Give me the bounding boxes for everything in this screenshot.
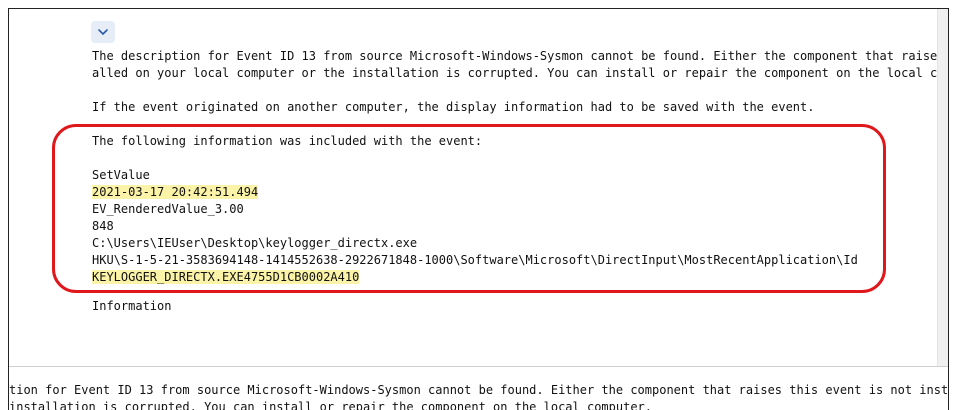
event-viewer-window: The description for Event ID 13 from sou… — [8, 8, 949, 410]
chevron-down-icon — [98, 29, 108, 35]
event-detail-pane: The description for Event ID 13 from sou… — [9, 9, 948, 366]
preview-line-1: tion for Event ID 13 from source Microso… — [9, 383, 949, 397]
collapse-button[interactable] — [91, 21, 115, 43]
level-label: Information — [92, 299, 172, 313]
origin-note: If the event originated on another compu… — [92, 100, 815, 114]
preview-line-2: installation is corrupted. You can insta… — [9, 400, 652, 410]
general-preview-pane: tion for Event ID 13 from source Microso… — [9, 367, 948, 410]
vertical-scrollbar[interactable] — [937, 9, 948, 366]
description-line-2: alled on your local computer or the inst… — [92, 66, 948, 80]
highlight-annotation — [52, 124, 886, 293]
description-line-1: The description for Event ID 13 from sou… — [92, 49, 948, 63]
